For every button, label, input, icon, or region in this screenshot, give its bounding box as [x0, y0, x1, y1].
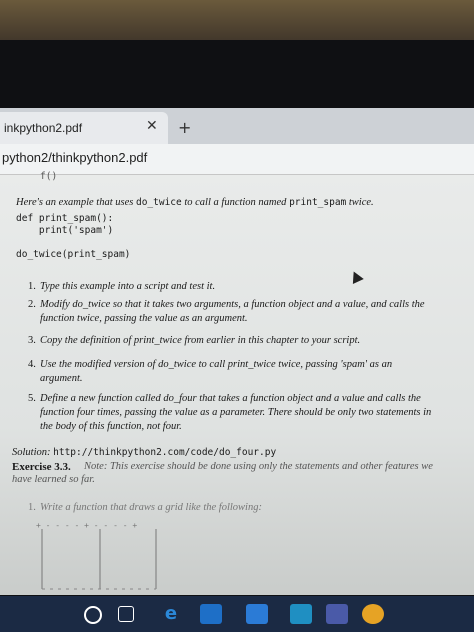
item-text: Write a function that draws a grid like … — [40, 502, 262, 513]
code-line: def print_spam(): — [16, 213, 114, 224]
item-number: 1. — [28, 502, 36, 513]
intro-paragraph: Here's an example that uses do_twice to … — [16, 197, 374, 208]
item-number: 1. — [28, 281, 36, 292]
exercise-note: Note: This exercise should be done using… — [84, 461, 433, 472]
grid-figure — [41, 529, 157, 590]
address-url[interactable]: python2/thinkpython2.pdf — [2, 150, 147, 165]
item-text: Use the modified version of do_twice to … — [40, 359, 393, 370]
solution-link[interactable]: http://thinkpython2.com/code/do_four.py — [53, 447, 276, 458]
exercise-heading: Exercise 3.3. — [12, 461, 71, 473]
tab-title: inkpython2.pdf — [4, 121, 83, 135]
intro-text-post: twice. — [346, 197, 374, 208]
solution-line: Solution: http://thinkpython2.com/code/d… — [12, 447, 276, 458]
app-icon[interactable] — [290, 604, 312, 624]
item-text: function twice, passing the value as an … — [40, 313, 248, 324]
chrome-icon[interactable] — [362, 604, 384, 624]
item-number: 4. — [28, 359, 36, 370]
store-icon[interactable] — [246, 604, 268, 624]
close-icon[interactable]: ✕ — [146, 118, 158, 134]
task-view-icon[interactable] — [118, 606, 134, 622]
item-text: function four times, passing the value a… — [40, 407, 432, 418]
windows-taskbar: e — [0, 596, 474, 632]
code-line: print('spam') — [16, 225, 114, 236]
search-circle-icon[interactable] — [84, 606, 102, 624]
app-icon[interactable] — [326, 604, 348, 624]
item-number: 3. — [28, 335, 36, 346]
new-tab-plus-icon[interactable]: + — [178, 118, 191, 137]
code-line: do_twice(print_spam) — [16, 249, 131, 260]
browser-tab-bar: inkpython2.pdf ✕ + — [0, 108, 474, 144]
cut-code-line: f() — [40, 171, 58, 182]
file-explorer-icon[interactable] — [200, 604, 222, 624]
item-text: argument. — [40, 373, 83, 384]
tab-pdf[interactable]: inkpython2.pdf ✕ — [0, 112, 168, 144]
code-block: def print_spam(): print('spam') do_twice… — [16, 213, 130, 261]
solution-label: Solution: — [12, 447, 54, 458]
intro-code-print-spam: print_spam — [289, 197, 347, 208]
intro-text-pre: Here's an example that uses — [16, 197, 136, 208]
intro-text-mid: to call a function named — [181, 197, 290, 208]
address-bar[interactable]: python2/thinkpython2.pdf — [0, 144, 474, 175]
item-number: 2. — [28, 299, 36, 310]
intro-code-do-twice: do_twice — [135, 197, 182, 208]
item-text: Copy the definition of print_twice from … — [40, 335, 361, 346]
item-text: Modify do_twice so that it takes two arg… — [40, 299, 425, 310]
exercise-note: have learned so far. — [12, 474, 95, 485]
item-number: 5. — [28, 393, 36, 404]
item-text: the body of this function, not four. — [40, 421, 182, 432]
item-text: Define a new function called do_four tha… — [40, 393, 421, 404]
item-text: Type this example into a script and test… — [40, 281, 216, 292]
edge-icon[interactable]: e — [160, 604, 182, 624]
